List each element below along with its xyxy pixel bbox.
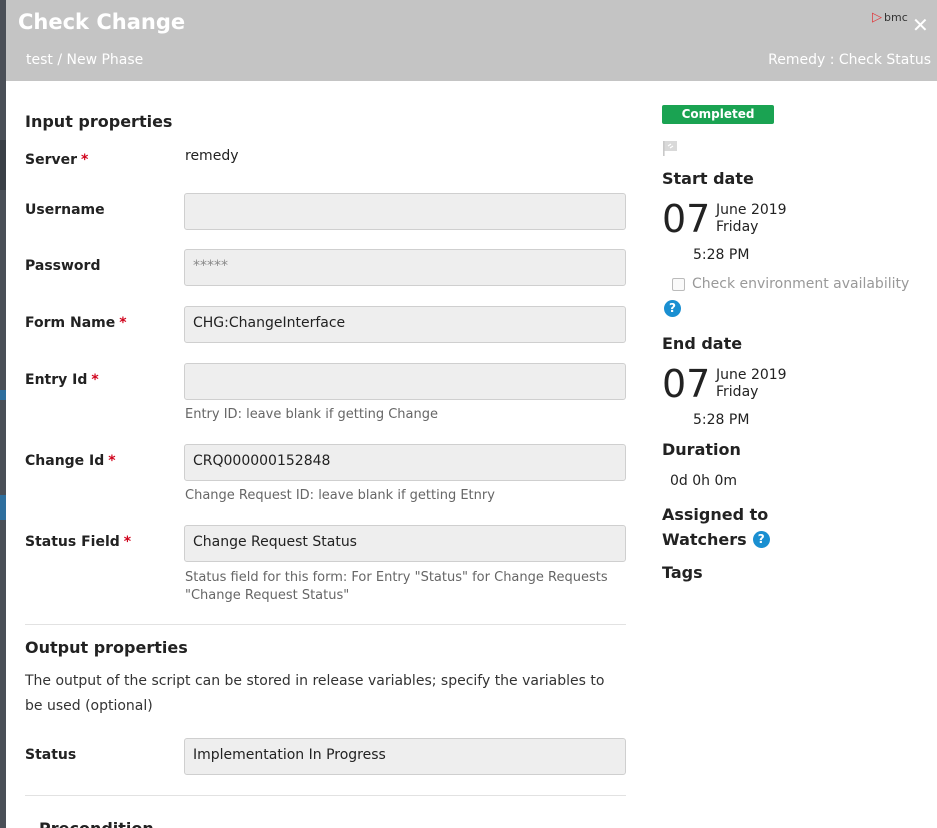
end-date-label: End date — [662, 334, 743, 353]
check-change-dialog: Check Change test / New Phase Remedy : C… — [6, 0, 937, 828]
username-field[interactable] — [184, 193, 626, 230]
required-marker: * — [119, 315, 127, 331]
required-marker: * — [81, 152, 89, 168]
start-weekday: Friday — [716, 219, 759, 235]
status-badge: Completed — [662, 105, 774, 124]
end-weekday: Friday — [716, 384, 759, 400]
entry-id-hint: Entry ID: leave blank if getting Change — [185, 407, 438, 422]
change-id-hint: Change Request ID: leave blank if gettin… — [185, 488, 495, 503]
status-field-label-text: Status Field — [25, 534, 120, 550]
username-label: Username — [25, 202, 105, 218]
change-id-label: Change Id * — [25, 453, 116, 469]
form-name-field[interactable]: CHG:ChangeInterface — [184, 306, 626, 343]
status-output-field[interactable]: Implementation In Progress — [184, 738, 626, 775]
entry-id-label-text: Entry Id — [25, 372, 88, 388]
close-icon[interactable]: ✕ — [912, 13, 929, 37]
watchers-label: Watchers — [662, 530, 747, 549]
entry-id-label: Entry Id * — [25, 372, 99, 388]
server-value: remedy — [185, 148, 239, 164]
required-marker: * — [123, 534, 132, 550]
logo-text: bmc — [884, 11, 908, 24]
form-name-label: Form Name * — [25, 315, 127, 331]
end-time[interactable]: 5:28 PM — [693, 412, 749, 428]
end-month-year: June 2019 — [716, 367, 787, 383]
change-id-field[interactable]: CRQ000000152848 — [184, 444, 626, 481]
server-label: Server * — [25, 152, 88, 168]
output-properties-heading: Output properties — [25, 638, 188, 657]
assigned-to-label: Assigned to — [662, 505, 769, 524]
status-label: Status — [25, 747, 77, 763]
duration-value: 0d 0h 0m — [670, 473, 738, 489]
check-environment-checkbox[interactable] — [672, 277, 685, 291]
check-environment-label: Check environment availability — [692, 276, 910, 292]
status-field-label: Status Field * — [25, 534, 131, 550]
plugin-label: Remedy : Check Status — [768, 52, 931, 68]
end-day[interactable]: 07 — [662, 364, 710, 404]
check-environment-row[interactable]: Check environment availability — [672, 276, 909, 292]
duration-label: Duration — [662, 440, 741, 459]
required-marker: * — [91, 372, 99, 388]
entry-id-field[interactable] — [184, 363, 626, 400]
start-day[interactable]: 07 — [662, 199, 710, 239]
tags-label: Tags — [662, 563, 703, 582]
flag-icon[interactable] — [662, 140, 678, 156]
output-description: The output of the script can be stored i… — [25, 673, 605, 714]
section-divider — [25, 795, 626, 796]
breadcrumb: test / New Phase — [26, 52, 144, 68]
status-field-input[interactable]: Change Request Status — [184, 525, 626, 562]
status-field-hint: Status field for this form: For Entry "S… — [185, 570, 608, 603]
help-icon[interactable]: ? — [664, 300, 681, 317]
section-divider — [25, 624, 626, 625]
start-time[interactable]: 5:28 PM — [693, 247, 749, 263]
start-date-label: Start date — [662, 169, 754, 188]
required-marker: * — [108, 453, 116, 469]
watchers-help-icon[interactable]: ? — [752, 531, 770, 548]
password-label: Password — [25, 258, 101, 274]
bmc-logo: ▷ bmc — [872, 10, 908, 25]
form-name-label-text: Form Name — [25, 315, 116, 331]
dialog-title: Check Change — [18, 10, 186, 34]
precondition-heading[interactable]: Precondition — [39, 819, 154, 828]
watchers-row: Watchers ? — [662, 530, 770, 549]
start-month-year: June 2019 — [716, 202, 787, 218]
change-id-label-text: Change Id — [25, 453, 105, 469]
server-label-text: Server — [25, 152, 78, 168]
bmc-logo-icon: ▷ — [872, 10, 882, 25]
input-properties-heading: Input properties — [25, 112, 173, 131]
dialog-header: Check Change test / New Phase Remedy : C… — [6, 0, 937, 81]
password-field[interactable]: ***** — [184, 249, 626, 286]
